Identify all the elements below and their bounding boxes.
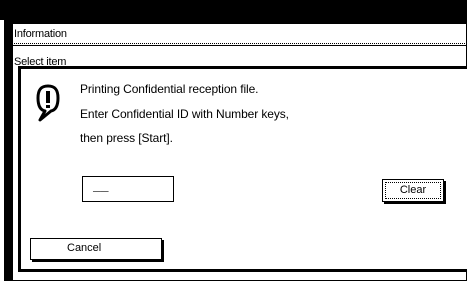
header-divider	[12, 45, 467, 46]
cancel-button[interactable]: Cancel	[30, 238, 162, 260]
message-line-3: then press [Start].	[80, 131, 173, 145]
top-bar	[0, 0, 467, 20]
cancel-button-label: Cancel	[67, 242, 102, 254]
header-divider	[12, 43, 467, 44]
message-line-1: Printing Confidential reception file.	[80, 82, 259, 96]
confidential-id-field[interactable]: __	[82, 176, 174, 202]
select-item-label: Select item	[14, 56, 67, 66]
clear-button[interactable]: Clear	[382, 179, 444, 202]
message-line-2: Enter Confidential ID with Number keys,	[80, 107, 289, 121]
info-icon	[36, 84, 60, 122]
clear-button-label: Clear	[399, 184, 427, 196]
window-title: Information	[14, 28, 67, 40]
id-field-value: __	[93, 179, 109, 194]
